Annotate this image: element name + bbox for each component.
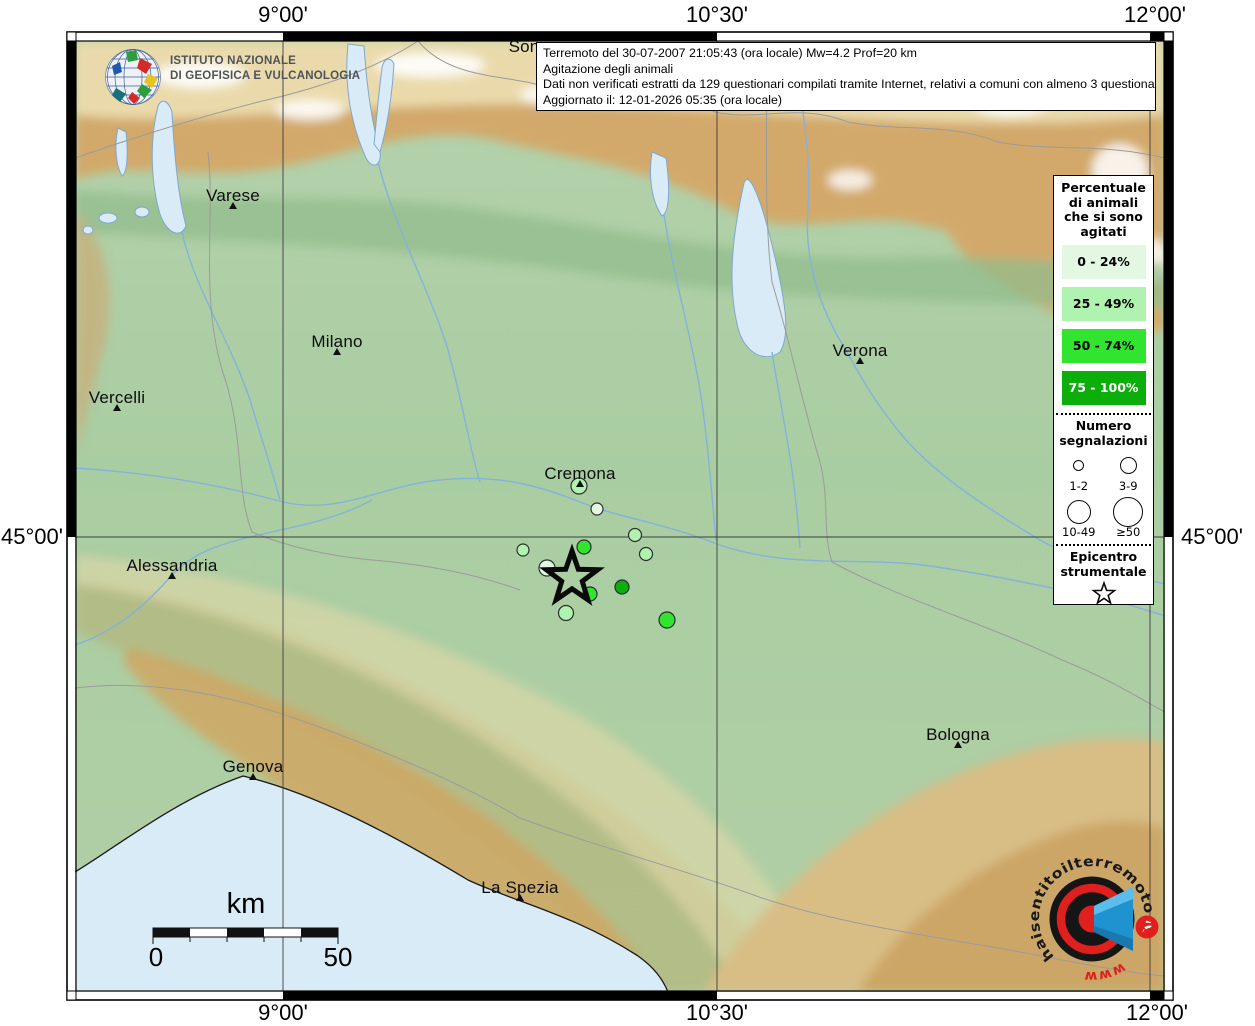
legend-count-item: 1-2 <box>1054 450 1104 496</box>
ingv-name-line2: DI GEOFISICA E VULCANOLOGIA <box>170 69 360 84</box>
count-label: 1-2 <box>1054 480 1104 493</box>
scalebar-end-label: 50 <box>324 942 353 973</box>
report-point <box>640 548 653 561</box>
legend-count-symbols: 1-23-9 10-49≥50 <box>1054 450 1153 542</box>
event-updated: Aggiornato il: 12-01-2026 05:35 (ora loc… <box>543 93 1149 109</box>
legend-class-swatch: 25 - 49% <box>1062 287 1146 321</box>
count-label: 3-9 <box>1104 480 1154 493</box>
legend-epicenter-title: Epicentro strumentale <box>1054 550 1153 579</box>
legend-class-swatches: 0 - 24% 25 - 49% 50 - 74% 75 - 100% <box>1054 245 1153 405</box>
ingv-logo: ISTITUTO NAZIONALE DI GEOFISICA E VULCAN… <box>104 48 354 110</box>
legend-panel: Percentuale di animali che si sono agita… <box>1053 175 1154 605</box>
report-point <box>559 606 574 621</box>
scalebar-start-label: 0 <box>149 942 163 973</box>
count-circle-icon <box>1120 457 1137 474</box>
report-point <box>615 580 629 594</box>
report-point <box>591 503 603 515</box>
legend-count-item: ≥50 <box>1104 496 1154 542</box>
count-circle-icon <box>1067 500 1091 524</box>
scalebar-unit-label: km <box>227 888 266 921</box>
ingv-name-line1: ISTITUTO NAZIONALE <box>170 54 360 69</box>
legend-divider <box>1056 544 1151 546</box>
report-point <box>659 612 675 628</box>
legend-class-swatch: 50 - 74% <box>1062 329 1146 363</box>
event-info-box: Terremoto del 30-07-2007 21:05:43 (ora l… <box>536 42 1156 111</box>
report-point <box>629 529 642 542</box>
ingv-globe-icon <box>104 48 162 106</box>
legend-class-swatch: 75 - 100% <box>1062 371 1146 405</box>
legend-count-item: 10-49 <box>1054 496 1104 542</box>
map-terrain: ? haisentitoilterremoto.it www. <box>0 0 1170 992</box>
ingv-wordmark: ISTITUTO NAZIONALE DI GEOFISICA E VULCAN… <box>170 54 360 84</box>
legend-epicenter-title-line: Epicentro <box>1054 550 1153 565</box>
report-point <box>571 478 587 494</box>
legend-epicenter-star-icon <box>1054 580 1153 605</box>
legend-title-line: agitati <box>1054 225 1153 240</box>
legend-class-swatch: 0 - 24% <box>1062 245 1146 279</box>
count-label: ≥50 <box>1104 526 1154 539</box>
count-circle-icon <box>1113 497 1143 527</box>
legend-title: Percentuale di animali che si sono agita… <box>1054 181 1153 239</box>
report-point <box>577 540 591 554</box>
legend-title-line: Percentuale <box>1054 181 1153 196</box>
count-circle-icon <box>1073 460 1084 471</box>
legend-divider <box>1056 413 1151 415</box>
legend-counts-title-line: Numero <box>1054 419 1153 434</box>
legend-title-line: di animali <box>1054 196 1153 211</box>
event-title: Terremoto del 30-07-2007 21:05:43 (ora l… <box>543 46 1149 62</box>
event-data-note: Dati non verificati estratti da 129 ques… <box>543 77 1149 93</box>
event-subtitle: Agitazione degli animali <box>543 62 1149 78</box>
legend-counts-title-line: segnalazioni <box>1054 434 1153 449</box>
report-point <box>517 544 529 556</box>
legend-epicenter-title-line: strumentale <box>1054 565 1153 580</box>
legend-count-item: 3-9 <box>1104 450 1154 496</box>
site-logo-arc-suffix: .it <box>1139 914 1157 938</box>
legend-counts-title: Numero segnalazioni <box>1054 419 1153 448</box>
count-label: 10-49 <box>1054 526 1104 539</box>
legend-title-line: che si sono <box>1054 210 1153 225</box>
macroseismic-map-page: { "info_box": { "lines": [ "Terremoto de… <box>0 0 1255 1024</box>
